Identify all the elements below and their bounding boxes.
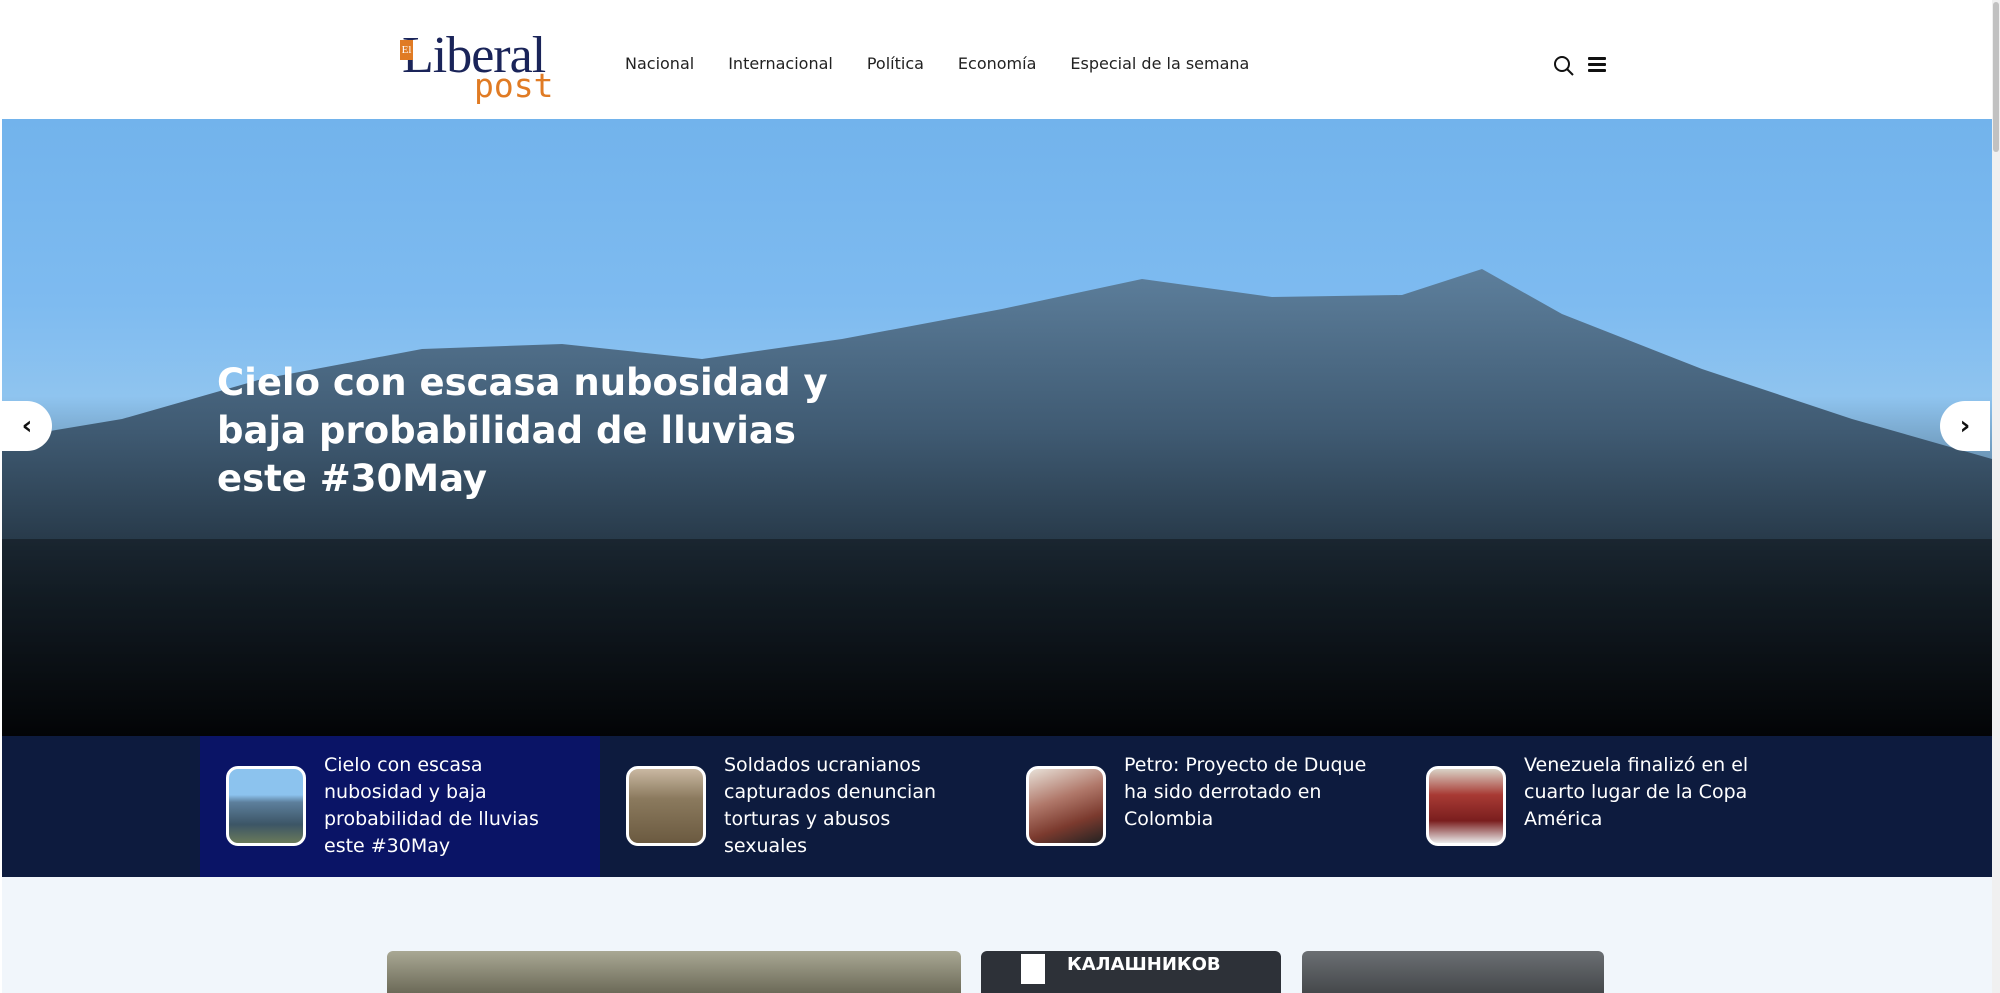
slider-thumb-title: Cielo con escasa nubosidad y baja probab… <box>324 754 539 857</box>
card-brand-text: КАЛАШНИКОВ <box>1067 954 1221 975</box>
search-icon[interactable] <box>1553 55 1575 77</box>
nav-especial[interactable]: Especial de la semana <box>1070 54 1249 73</box>
content-section: КАЛАШНИКОВ <box>2 877 1992 993</box>
k-logo-icon <box>1021 954 1045 984</box>
thumb-image <box>1026 766 1106 846</box>
thumb-image <box>226 766 306 846</box>
scrollbar[interactable] <box>1992 0 2000 993</box>
site-logo[interactable]: Liberal El post <box>400 28 560 104</box>
nav-internacional[interactable]: Internacional <box>728 54 833 73</box>
nav-politica[interactable]: Política <box>867 54 924 73</box>
thumb-image <box>626 766 706 846</box>
slider-thumbnails: Cielo con escasa nubosidad y baja probab… <box>2 736 1992 877</box>
slider-thumb-item[interactable]: Petro: Proyecto de Duque ha sido derrota… <box>1000 736 1400 877</box>
site-header: Liberal El post Nacional Internacional P… <box>0 0 1992 119</box>
main-nav: Nacional Internacional Política Economía… <box>625 54 1283 73</box>
slider-thumb-title: Venezuela finalizó en el cuarto lugar de… <box>1524 754 1749 830</box>
scrollbar-thumb[interactable] <box>1993 2 1999 152</box>
hero-title[interactable]: Cielo con escasa nubosidad y baja probab… <box>217 359 837 503</box>
article-card-image[interactable] <box>387 951 961 993</box>
hero-slide[interactable]: Cielo con escasa nubosidad y baja probab… <box>2 119 1992 736</box>
slider-thumb-item[interactable]: Venezuela finalizó en el cuarto lugar de… <box>1400 736 1800 877</box>
nav-nacional[interactable]: Nacional <box>625 54 694 73</box>
slider-thumb-item[interactable]: Cielo con escasa nubosidad y baja probab… <box>200 736 600 877</box>
slider-thumb-title: Petro: Proyecto de Duque ha sido derrota… <box>1124 754 1367 830</box>
chevron-left-icon[interactable]: ‹ <box>2 401 52 451</box>
slider-thumb-item[interactable]: Soldados ucranianos capturados denuncian… <box>600 736 1000 877</box>
logo-prefix: El <box>400 40 413 60</box>
article-card-image[interactable] <box>1302 951 1604 993</box>
slider-thumb-title: Soldados ucranianos capturados denuncian… <box>724 754 937 857</box>
nav-economia[interactable]: Economía <box>958 54 1036 73</box>
hamburger-menu-icon[interactable] <box>1588 57 1606 73</box>
article-card-image[interactable]: КАЛАШНИКОВ <box>981 951 1281 993</box>
logo-sub: post <box>474 66 554 105</box>
thumb-image <box>1426 766 1506 846</box>
chevron-right-icon[interactable]: › <box>1940 401 1990 451</box>
